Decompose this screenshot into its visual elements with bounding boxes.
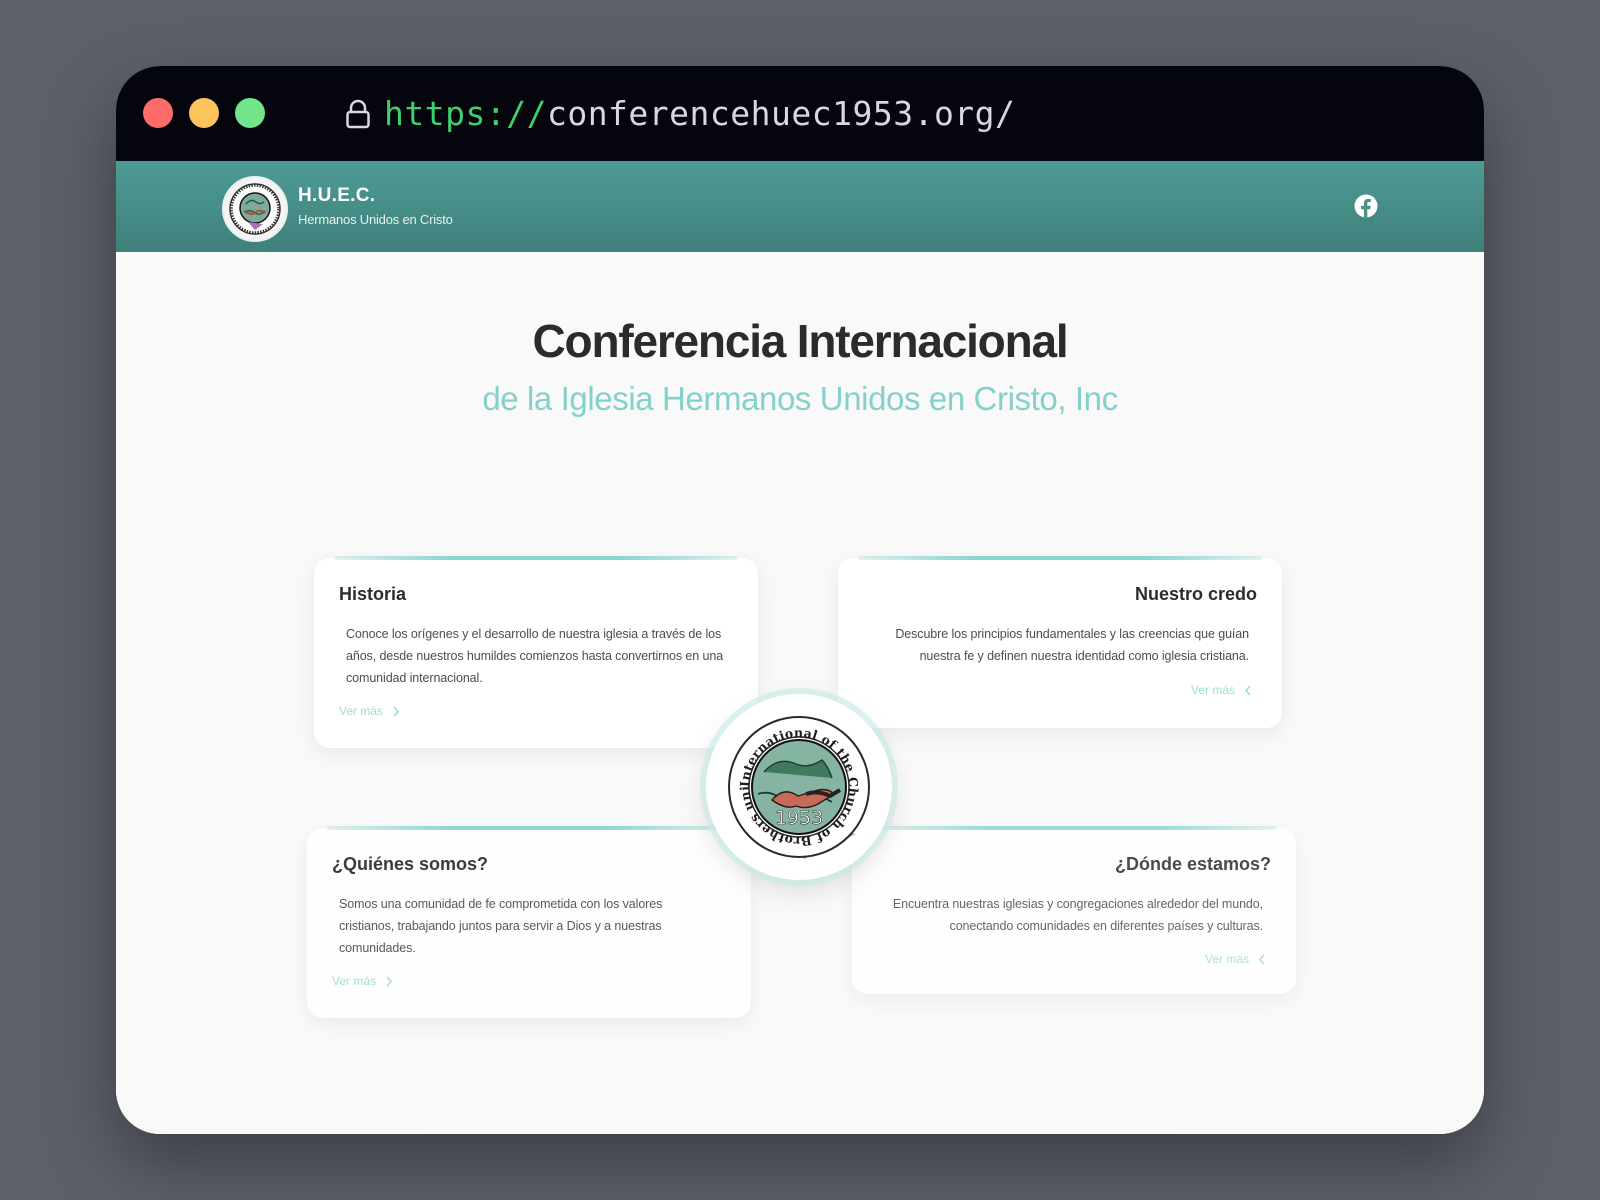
card-text: Somos una comunidad de fe comprometida c… [339, 897, 663, 955]
chevron-right-icon [386, 975, 393, 987]
church-seal: International of the Church of Brothers … [701, 682, 892, 880]
ver-mas-label: Ver más [339, 704, 384, 718]
card-quienes-somos[interactable]: ¿Quiénes somos? Somos una comunidad de f… [307, 826, 751, 1018]
ver-mas-link[interactable]: Ver más [1191, 683, 1252, 697]
card-title: Historia [339, 584, 407, 604]
page-subtitle: de la Iglesia Hermanos Unidos en Cristo,… [482, 380, 1118, 417]
ver-mas-label: Ver más [1204, 952, 1249, 966]
card-title: ¿Quiénes somos? [332, 854, 489, 874]
address-bar[interactable]: https://conferencehuec1953.org/ [384, 94, 1015, 134]
site-navbar: H.U.E.C. Hermanos Unidos en Cristo [116, 161, 1484, 252]
ver-mas-link[interactable]: Ver más [332, 974, 393, 988]
chevron-left-icon [1258, 953, 1265, 965]
url-scheme: https:// [384, 94, 547, 133]
card-text: Descubre los principios fundamentales y … [895, 627, 1249, 663]
brand-subtitle: Hermanos Unidos en Cristo [298, 212, 453, 227]
card-donde-estamos[interactable]: ¿Dónde estamos? Encuentra nuestras igles… [852, 826, 1296, 994]
facebook-icon[interactable] [1354, 194, 1378, 218]
maximize-window-button[interactable] [235, 98, 265, 128]
ver-mas-link[interactable]: Ver más [1205, 952, 1266, 966]
brand-title[interactable]: H.U.E.C. [298, 185, 375, 207]
browser-window: https://conferencehuec1953.org/ H.U.E.C.… [116, 66, 1484, 1134]
card-title: Nuestro credo [1134, 584, 1257, 604]
chevron-right-icon [393, 705, 400, 717]
browser-titlebar: https://conferencehuec1953.org/ [116, 66, 1484, 161]
main-content: Conferencia Internacional de la Iglesia … [116, 252, 1484, 1134]
ver-mas-label: Ver más [332, 974, 377, 988]
ver-mas-link[interactable]: Ver más [339, 704, 400, 718]
site-logo[interactable] [222, 176, 288, 242]
minimize-window-button[interactable] [189, 98, 219, 128]
page-title: Conferencia Internacional [532, 315, 1069, 367]
seal-year: 1953 [775, 807, 823, 829]
chevron-left-icon [1244, 684, 1251, 696]
card-historia[interactable]: Historia Conoce los orígenes y el desarr… [314, 556, 758, 748]
card-text: Conoce los orígenes y el desarrollo de n… [346, 627, 724, 685]
url-host: conferencehuec1953.org/ [546, 94, 1016, 133]
card-title: ¿Dónde estamos? [1114, 854, 1271, 874]
seal-logo-icon [229, 183, 281, 235]
lock-icon [346, 99, 370, 129]
close-window-button[interactable] [143, 98, 173, 128]
card-text: Encuentra nuestras iglesias y congregaci… [892, 897, 1263, 933]
card-nuestro-credo[interactable]: Nuestro credo Descubre los principios fu… [838, 556, 1282, 728]
seal-emblem-icon: International of the Church of Brothers … [701, 682, 870, 859]
ver-mas-label: Ver más [1190, 683, 1235, 697]
